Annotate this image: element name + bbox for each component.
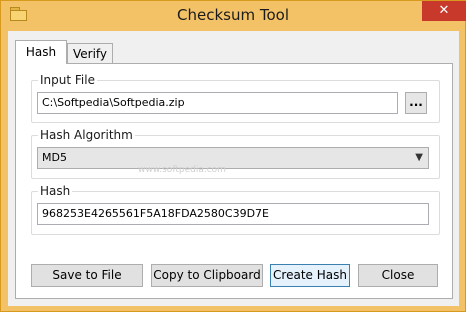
hash-label: Hash [38,184,73,198]
softpedia-watermark: www.softpedia.com [138,165,226,175]
title-bar[interactable]: Checksum Tool ✕ [1,1,466,31]
close-button[interactable]: Close [358,264,438,287]
tab-verify[interactable]: Verify [67,43,113,63]
input-file-group: Input File C:\Softpedia\Softpedia.zip ..… [31,73,440,123]
window-title: Checksum Tool [177,6,289,24]
close-icon: ✕ [438,3,450,18]
hash-algorithm-label: Hash Algorithm [38,128,135,142]
hash-algorithm-group: Hash Algorithm MD5 www.softpedia.com ▼ [31,128,440,179]
hash-output-field[interactable]: 968253E4265561F5A18FDA2580C39D7E [37,203,429,225]
chevron-down-icon: ▼ [415,152,423,163]
hash-group: Hash 968253E4265561F5A18FDA2580C39D7E [31,184,440,235]
tab-hash[interactable]: Hash [15,40,67,64]
hash-algorithm-select[interactable]: MD5 www.softpedia.com ▼ [37,147,429,175]
copy-to-clipboard-button[interactable]: Copy to Clipboard [151,264,263,287]
hash-tab-panel: Input File C:\Softpedia\Softpedia.zip ..… [15,63,453,299]
create-hash-button[interactable]: Create Hash [270,264,350,287]
save-to-file-button[interactable]: Save to File [31,264,143,287]
hash-algorithm-value: MD5 [42,151,67,164]
browse-button[interactable]: ... [405,92,427,114]
close-window-button[interactable]: ✕ [422,1,466,21]
checksum-tool-window: Checksum Tool ✕ Hash Verify Input File C… [0,0,466,312]
client-area: Hash Verify Input File C:\Softpedia\Soft… [8,31,459,306]
input-file-label: Input File [38,73,97,87]
input-file-field[interactable]: C:\Softpedia\Softpedia.zip [37,92,398,114]
